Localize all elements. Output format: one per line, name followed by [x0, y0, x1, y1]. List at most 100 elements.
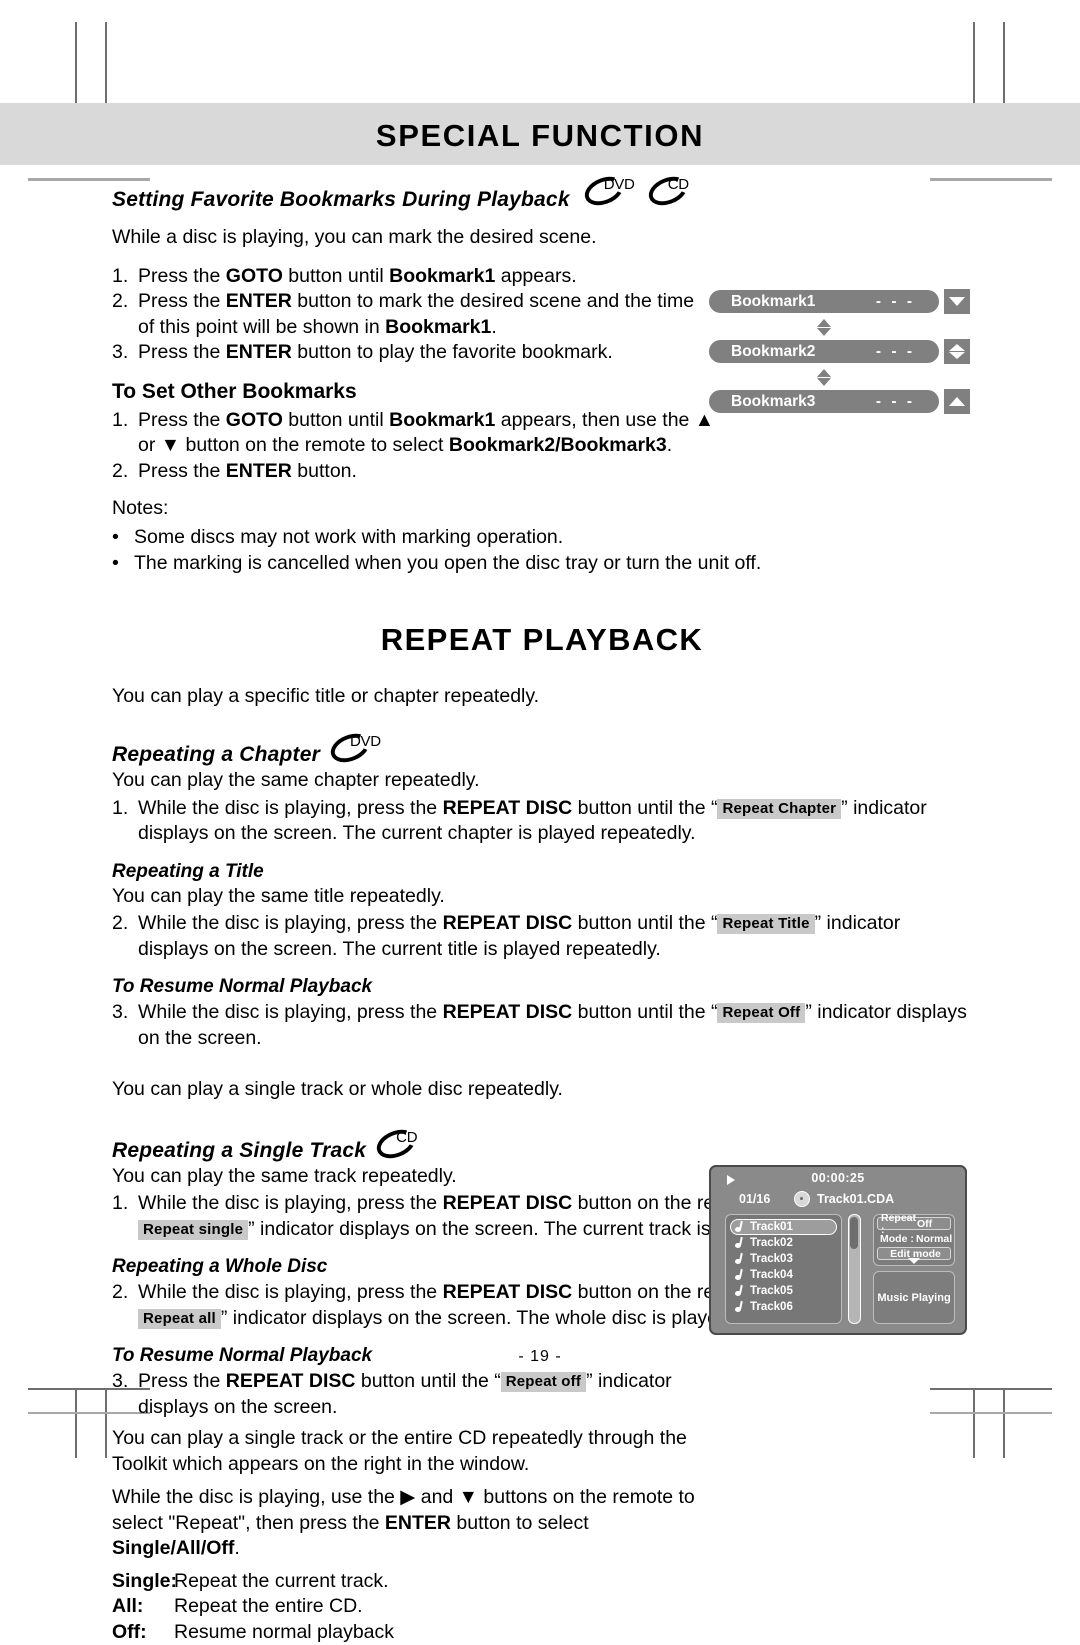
osd-track-list[interactable]: Track01 Track02 Track03 Track04 Track05 …	[725, 1214, 842, 1324]
step-text: Press the ENTER button.	[138, 459, 972, 485]
bookmark-value: - - -	[876, 343, 915, 361]
step-marker: 2.	[112, 289, 138, 340]
other-bookmarks-steps-list: 1. Press the GOTO button until Bookmark1…	[112, 408, 972, 485]
page-number: - 19 -	[0, 1348, 1080, 1366]
list-item[interactable]: Track04	[730, 1267, 837, 1283]
step-text: While the disc is playing, press the REP…	[138, 911, 972, 962]
music-note-icon	[735, 1269, 746, 1281]
list-item: 1. While the disc is playing, press the …	[112, 796, 972, 847]
list-item: 2. Press the ENTER button.	[112, 459, 972, 485]
dvd-disc-icon: DVD	[330, 733, 382, 761]
osd-toolkit-panel[interactable]: Repeat : Off Mode : Normal Edit mode	[873, 1214, 955, 1266]
list-item[interactable]: Track02	[730, 1235, 837, 1251]
osd-badge-repeat-single: Repeat single	[138, 1220, 248, 1240]
bookmark-name: Bookmark3	[731, 393, 815, 411]
osd-status-panel: Music Playing	[873, 1271, 955, 1324]
toolkit-repeat-value: Off	[917, 1218, 932, 1230]
step-marker: 2.	[112, 911, 138, 962]
crop-mark-bl-v2	[105, 1388, 107, 1458]
list-item[interactable]: Track03	[730, 1251, 837, 1267]
step-marker: 1.	[112, 264, 138, 290]
option-desc: Resume normal playback	[174, 1620, 394, 1645]
notes-label: Notes:	[112, 496, 972, 522]
step-text: Press the ENTER button to play the favor…	[138, 340, 703, 366]
bookmark-pill[interactable]: Bookmark2 - - -	[708, 339, 940, 364]
osd-top-bar: 00:00:25	[711, 1171, 965, 1188]
step-marker: 3.	[112, 340, 138, 366]
cd-disc-icon: CD	[376, 1129, 428, 1157]
bookmark-row-3[interactable]: Bookmark3 - - -	[708, 389, 970, 414]
list-item: Single: Repeat the current track.	[112, 1569, 972, 1595]
option-key: All:	[112, 1594, 174, 1620]
bookmarks-heading: Setting Favorite Bookmarks During Playba…	[112, 188, 570, 212]
list-item: 1. Press the GOTO button until Bookmark1…	[112, 264, 972, 290]
cd-disc-label: CD	[668, 176, 689, 193]
step-text: While the disc is playing, press the REP…	[138, 1000, 972, 1051]
music-note-icon	[735, 1237, 746, 1249]
step-marker: 1.	[112, 408, 138, 459]
notes-list: • Some discs may not work with marking o…	[112, 524, 972, 576]
list-item[interactable]: Track06	[730, 1299, 837, 1315]
step-marker: 2.	[112, 1280, 138, 1331]
bookmark-value: - - -	[876, 393, 915, 411]
osd-badge-repeat-title: Repeat Title	[717, 914, 814, 934]
option-key: Single:	[112, 1569, 174, 1595]
bookmarks-intro: While a disc is playing, you can mark th…	[112, 225, 972, 251]
track-label: Track03	[750, 1253, 793, 1265]
bookmark-connector-arrows-2	[812, 366, 836, 388]
cd-disc-icon: CD	[648, 176, 706, 206]
bookmark-updown-arrow-icon[interactable]	[944, 339, 970, 364]
toolkit-paragraph: You can play a single track or the entir…	[112, 1426, 697, 1477]
toolkit-mode-row[interactable]: Mode : Normal	[877, 1232, 951, 1245]
step-text: Press the REPEAT DISC button until the “…	[138, 1369, 713, 1420]
osd-badge-repeat-off-cd: Repeat off	[501, 1372, 586, 1392]
list-item: 3. While the disc is playing, press the …	[112, 1000, 972, 1051]
list-item: All: Repeat the entire CD.	[112, 1594, 972, 1620]
bookmark-row-1[interactable]: Bookmark1 - - -	[708, 289, 970, 314]
dvd-disc-label: DVD	[350, 733, 381, 750]
bullet-icon: •	[112, 524, 134, 550]
step-text: While the disc is playing, press the REP…	[138, 796, 972, 847]
chevron-down-icon[interactable]	[908, 1258, 920, 1264]
bookmark-down-arrow-icon[interactable]	[944, 289, 970, 314]
list-item[interactable]: Track05	[730, 1283, 837, 1299]
osd-badge-repeat-chapter: Repeat Chapter	[717, 799, 841, 819]
bookmark-connector-arrows-1	[812, 316, 836, 338]
osd-badge-repeat-all: Repeat all	[138, 1309, 221, 1329]
toolkit-mode-value: Normal	[916, 1233, 952, 1245]
bookmark-value: - - -	[876, 293, 915, 311]
toolkit-repeat-row[interactable]: Repeat : Off	[877, 1217, 951, 1230]
step-marker: 1.	[112, 1191, 138, 1242]
bookmark-name: Bookmark1	[731, 293, 815, 311]
osd-elapsed-time: 00:00:25	[711, 1171, 965, 1185]
osd-second-bar: 01/16 Track01.CDA	[711, 1191, 965, 1209]
osd-scrollbar-thumb[interactable]	[850, 1217, 858, 1249]
step-marker: 3.	[112, 1369, 138, 1420]
cd-osd-screen: 00:00:25 01/16 Track01.CDA Track01 Track…	[709, 1165, 967, 1335]
list-item: 3. Press the REPEAT DISC button until th…	[112, 1369, 972, 1420]
step-marker: 2.	[112, 459, 138, 485]
bookmark-up-arrow-icon[interactable]	[944, 389, 970, 414]
osd-scrollbar[interactable]	[848, 1214, 861, 1324]
bookmark-pill[interactable]: Bookmark1 - - -	[708, 289, 940, 314]
option-desc: Repeat the current track.	[174, 1569, 389, 1595]
repeat-options-list: Single: Repeat the current track. All: R…	[112, 1569, 972, 1645]
list-item[interactable]: Track01	[730, 1219, 837, 1235]
repeating-chapter-desc: You can play the same chapter repeatedly…	[112, 768, 972, 794]
list-item: Off: Resume normal playback	[112, 1620, 972, 1645]
osd-status-label: Music Playing	[877, 1292, 950, 1304]
page-title: SPECIAL FUNCTION	[0, 118, 1080, 154]
osd-filename: Track01.CDA	[817, 1192, 894, 1206]
track-label: Track04	[750, 1269, 793, 1281]
crop-mark-bl-v	[75, 1388, 77, 1458]
repeating-chapter-heading: Repeating a Chapter	[112, 743, 320, 767]
bookmark-pill[interactable]: Bookmark3 - - -	[708, 389, 940, 414]
track-label: Track05	[750, 1285, 793, 1297]
bookmark-row-2[interactable]: Bookmark2 - - -	[708, 339, 970, 364]
track-label: Track01	[750, 1221, 793, 1233]
disc-icon	[794, 1191, 810, 1207]
osd-track-index: 01/16	[739, 1192, 770, 1206]
toolkit-mode-key: Mode :	[880, 1233, 916, 1245]
music-note-icon	[735, 1285, 746, 1297]
music-note-icon	[735, 1221, 746, 1233]
